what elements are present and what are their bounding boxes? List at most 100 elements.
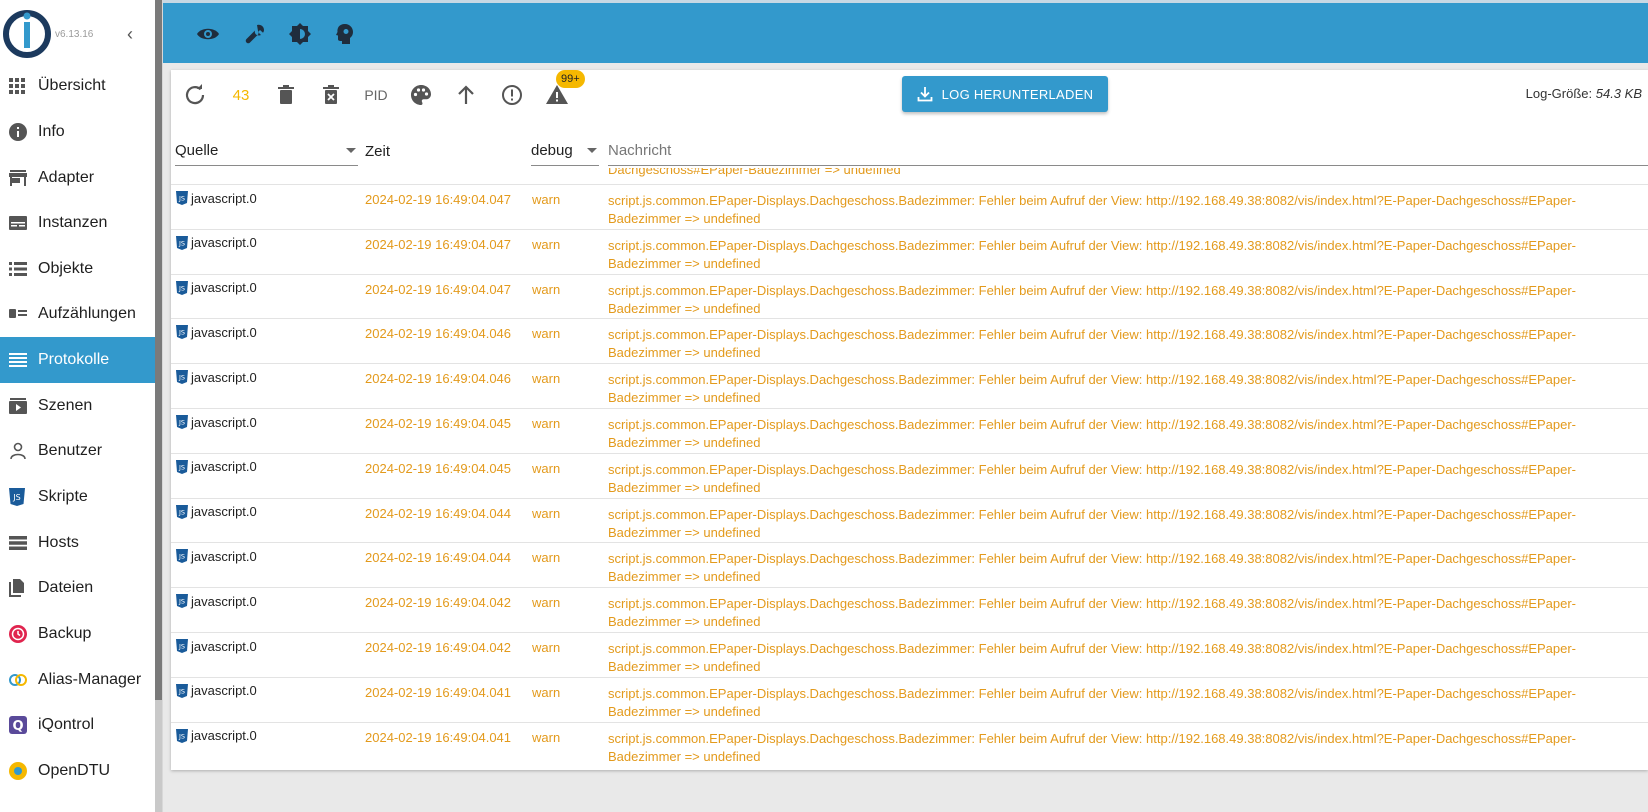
sidebar-item-label: Aufzählungen: [38, 305, 136, 322]
arrow-up-icon[interactable]: [454, 83, 478, 107]
sidebar-item-label: Objekte: [38, 260, 94, 277]
sidebar-item-instanzen[interactable]: Instanzen: [0, 200, 155, 246]
sidebar: v6.13.16 ‹ Übersicht Info Adapter Instan…: [0, 0, 163, 812]
row-time: 2024-02-19 16:49:04.041: [365, 729, 512, 745]
sidebar-scrollbar-track[interactable]: [155, 700, 162, 812]
row-severity: warn: [532, 550, 561, 566]
sidebar-item-skripte[interactable]: JS Skripte: [0, 474, 155, 520]
eye-icon[interactable]: [196, 22, 220, 46]
wrench-icon[interactable]: [243, 22, 267, 46]
table-row[interactable]: JS javascript.0 2024-02-19 16:49:04.047 …: [171, 273, 1648, 319]
hosts-icon: [8, 535, 36, 551]
sidebar-item-adapter[interactable]: Adapter: [0, 155, 155, 201]
table-row[interactable]: JS javascript.0 2024-02-19 16:49:04.047 …: [171, 184, 1648, 229]
sidebar-item-label: Benutzer: [38, 442, 103, 459]
sidebar-item-aufzaehlungen[interactable]: Aufzählungen: [0, 291, 155, 337]
expert-mode-icon[interactable]: [333, 22, 357, 46]
sidebar-item-label: Skripte: [38, 488, 88, 505]
sidebar-item-info[interactable]: Info: [0, 109, 155, 155]
row-source: JS javascript.0: [175, 593, 257, 609]
sidebar-item-uebersicht[interactable]: Übersicht: [0, 63, 155, 109]
table-row[interactable]: JS javascript.0 2024-02-19 16:49:04.044 …: [171, 542, 1648, 587]
row-source-label: javascript.0: [191, 593, 257, 609]
sidebar-item-label: Protokolle: [38, 351, 110, 368]
table-row[interactable]: JS javascript.0 2024-02-19 16:49:04.045 …: [171, 452, 1648, 498]
sidebar-item-backup[interactable]: Backup: [0, 611, 155, 657]
sidebar-item-opendtu[interactable]: OpenDTU: [0, 748, 155, 794]
row-source-label: javascript.0: [191, 683, 257, 699]
refresh-icon[interactable]: [183, 83, 207, 107]
sidebar-item-alias-manager[interactable]: Alias-Manager: [0, 657, 155, 703]
sidebar-item-objekte[interactable]: Objekte: [0, 246, 155, 292]
row-source: JS javascript.0: [175, 190, 257, 206]
source-filter-select[interactable]: Quelle: [175, 136, 358, 166]
sidebar-item-label: iQontrol: [38, 716, 95, 733]
row-severity: warn: [532, 192, 561, 207]
iobroker-logo[interactable]: [2, 4, 52, 60]
delete-icon[interactable]: [274, 83, 298, 107]
delete-forever-icon[interactable]: [319, 83, 343, 107]
sidebar-item-iqontrol[interactable]: Q iQontrol: [0, 702, 155, 748]
row-message: script.js.common.EPaper-Displays.Dachges…: [608, 730, 1577, 764]
row-message: script.js.common.EPaper-Displays.Dachges…: [608, 685, 1577, 719]
table-row[interactable]: JS javascript.0 2024-02-19 16:49:04.042 …: [171, 632, 1648, 677]
row-source: JS javascript.0: [175, 504, 257, 520]
svg-text:JS: JS: [178, 643, 185, 651]
pid-toggle[interactable]: PID: [361, 83, 391, 107]
row-source-label: javascript.0: [191, 504, 257, 520]
sidebar-item-label: OpenDTU: [38, 762, 111, 779]
row-message: script.js.common.EPaper-Displays.Dachges…: [608, 596, 1577, 630]
error-filter-icon[interactable]: [500, 83, 524, 107]
sidebar-item-protokolle[interactable]: Protokolle: [0, 337, 155, 383]
top-bar: [163, 0, 1648, 63]
js-icon: JS: [176, 235, 188, 250]
table-row[interactable]: JS javascript.0 2024-02-19 16:49:04.045 …: [171, 408, 1648, 453]
js-icon: JS: [8, 487, 36, 507]
table-row[interactable]: JS javascript.0 2024-02-19 16:49:04.046 …: [171, 318, 1648, 363]
row-time: 2024-02-19 16:49:04.044: [365, 550, 512, 566]
palette-icon[interactable]: [409, 83, 433, 107]
row-severity: warn: [532, 460, 561, 476]
brightness-icon[interactable]: [288, 22, 312, 46]
svg-text:JS: JS: [178, 463, 185, 471]
row-message: script.js.common.EPaper-Displays.Dachges…: [608, 193, 1577, 226]
js-icon: JS: [176, 549, 188, 564]
row-severity: warn: [532, 729, 561, 745]
message-filter-input[interactable]: Nachricht: [608, 136, 1648, 166]
row-severity: warn: [532, 236, 561, 252]
table-row[interactable]: JS javascript.0 2024-02-19 16:49:04.041 …: [171, 676, 1648, 722]
alias-icon: [8, 673, 36, 687]
log-size-value: 54.3 KB: [1595, 86, 1642, 101]
log-panel: 43 PID 99+ LOG HERUNTERLADEN Log-Größe: …: [171, 70, 1648, 770]
row-message: script.js.common.EPaper-Displays.Dachges…: [608, 641, 1577, 674]
severity-filter-select[interactable]: debug: [531, 136, 599, 166]
row-source: JS javascript.0: [175, 235, 257, 251]
sidebar-scrollbar-thumb[interactable]: [155, 0, 162, 700]
download-log-button[interactable]: LOG HERUNTERLADEN: [902, 76, 1108, 112]
js-icon: JS: [176, 728, 188, 743]
sidebar-item-szenen[interactable]: Szenen: [0, 383, 155, 429]
table-row[interactable]: JS javascript.0 2024-02-19 16:49:04.047 …: [171, 228, 1648, 274]
iqontrol-icon: Q: [8, 715, 36, 735]
sidebar-item-hosts[interactable]: Hosts: [0, 520, 155, 566]
row-source: JS javascript.0: [175, 324, 257, 340]
row-source-label: javascript.0: [191, 369, 257, 385]
sidebar-item-dateien[interactable]: Dateien: [0, 565, 155, 611]
collapse-sidebar-button[interactable]: ‹: [120, 24, 140, 44]
log-icon: [8, 352, 36, 368]
row-message: script.js.common.EPaper-Displays.Dachges…: [608, 327, 1577, 361]
row-severity: warn: [532, 595, 561, 611]
table-row[interactable]: JS javascript.0 2024-02-19 16:49:04.041 …: [171, 721, 1648, 767]
sidebar-item-label: Backup: [38, 625, 92, 642]
table-row[interactable]: JS javascript.0 2024-02-19 16:49:04.042 …: [171, 587, 1648, 632]
table-row[interactable]: JS javascript.0 2024-02-19 16:49:04.044 …: [171, 497, 1648, 543]
sidebar-item-label: Szenen: [38, 397, 93, 414]
sidebar-item-label: Hosts: [38, 534, 79, 551]
row-source-label: javascript.0: [191, 728, 257, 744]
row-source-label: javascript.0: [191, 280, 257, 296]
svg-text:JS: JS: [178, 374, 185, 382]
table-row[interactable]: JS javascript.0 2024-02-19 16:49:04.046 …: [171, 363, 1648, 408]
row-severity: warn: [532, 505, 561, 521]
info-icon: [8, 122, 36, 142]
sidebar-item-benutzer[interactable]: Benutzer: [0, 428, 155, 474]
